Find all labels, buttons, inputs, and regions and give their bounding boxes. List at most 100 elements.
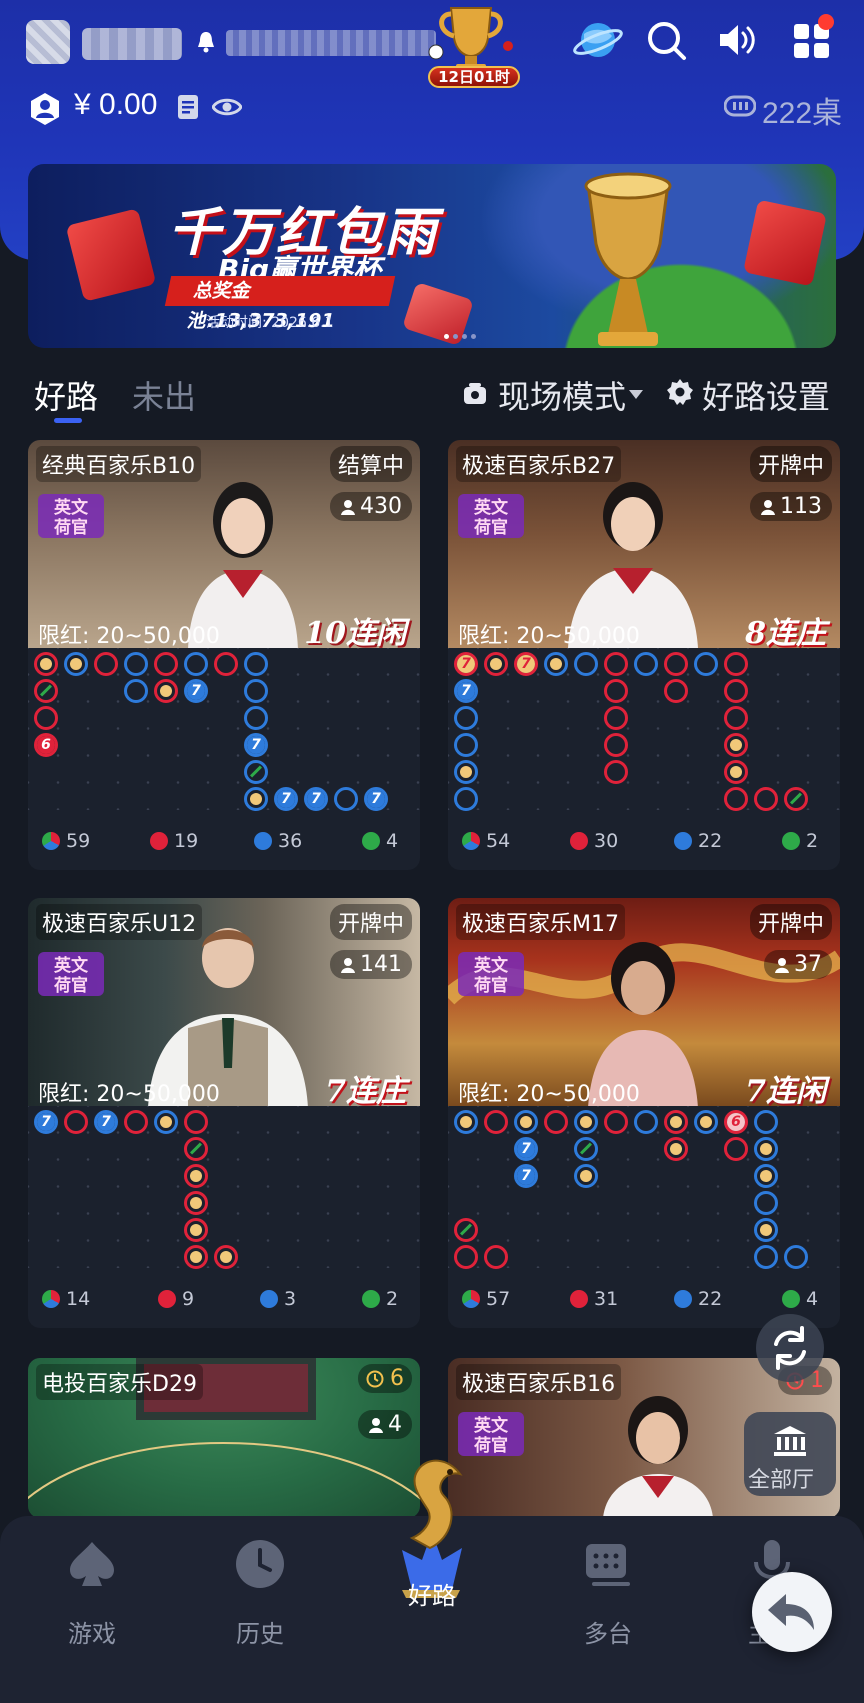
nav-label: 游戏 (68, 1620, 116, 1648)
road-bead-banker (184, 1110, 208, 1134)
road-bead-banker (724, 787, 748, 811)
bet-limit: 限红: 20~50,000 (38, 624, 220, 649)
player-count-value: 4 (388, 1412, 402, 1437)
road-bead-banker (184, 1137, 208, 1161)
road-bead-banker (124, 1110, 148, 1134)
svg-text:英文: 英文 (474, 497, 509, 518)
nav-history[interactable]: 历史 (200, 1536, 320, 1649)
stat-banker: 19 (150, 830, 198, 852)
tab-unopened[interactable]: 未出 (132, 372, 196, 418)
planet-icon[interactable] (572, 14, 624, 66)
search-icon[interactable] (644, 18, 688, 62)
road-bead-player (244, 679, 268, 703)
eye-icon[interactable] (212, 96, 242, 118)
road-bead-banker (184, 1245, 208, 1269)
table-card-d29[interactable]: 电投百家乐D29 6 4 (28, 1358, 420, 1518)
road-bead-player (754, 1137, 778, 1161)
person-icon (341, 957, 355, 973)
stat-player: 22 (674, 830, 722, 852)
clock-icon (366, 1370, 384, 1387)
table-name: 极速百家乐U12 (36, 904, 203, 940)
road-bead-banker (664, 652, 688, 676)
countdown-timer: 6 (358, 1364, 412, 1393)
road-bead-banker (34, 706, 58, 730)
english-dealer-badge: 英文 荷官 (38, 494, 104, 538)
road-bead-banker (724, 733, 748, 757)
road-bead-player (754, 1218, 778, 1242)
bell-icon[interactable] (196, 30, 216, 54)
table-status: 结算中 (329, 446, 412, 482)
road-bead-player (544, 652, 568, 676)
player-count: 37 (764, 950, 832, 979)
speaker-icon[interactable] (714, 18, 758, 62)
video-icon[interactable] (462, 382, 488, 406)
road-bead-player-natural: 7 (514, 1137, 538, 1161)
road-bead-banker (64, 1110, 88, 1134)
trophy-countdown-badge[interactable]: 12日01时 (428, 66, 520, 88)
road-bead-player (244, 760, 268, 784)
active-tab-indicator (54, 418, 82, 423)
road-bead-player (454, 706, 478, 730)
person-icon (761, 499, 775, 515)
live-mode-selector[interactable]: 现场模式 (498, 372, 626, 418)
nav-games[interactable]: 游戏 (32, 1536, 152, 1649)
banner-activity-time: 活动时间: 2026.6.1 (206, 315, 334, 331)
table-card-b27[interactable]: 极速百家乐B27 开牌中 113 英文 荷官 限红: 20~50,000 8连庄… (448, 440, 840, 870)
road-settings-button[interactable]: 好路设置 (702, 372, 830, 418)
stat-banker: 31 (570, 1288, 618, 1310)
document-icon[interactable] (176, 94, 200, 120)
promo-banner[interactable]: 千万红包雨 Big赢世界杯 总奖金池:13,373,191 活动时间: 2026… (28, 164, 836, 348)
notification-dot (818, 14, 834, 30)
svg-text:英文: 英文 (54, 497, 89, 518)
stat-player: 3 (260, 1288, 296, 1310)
table-status: 开牌中 (749, 904, 832, 940)
banner-prize-pool: 总奖金池:13,373,191 (164, 276, 396, 332)
player-count-value: 141 (360, 952, 402, 977)
road-bead-player (244, 652, 268, 676)
bead-road: 7 6 7 7 7 7 (28, 648, 420, 811)
nav-multi-table[interactable]: 多台 (548, 1536, 668, 1649)
stat-player: 22 (674, 1288, 722, 1310)
person-icon (775, 957, 789, 973)
table-name: 极速百家乐M17 (456, 904, 625, 940)
road-bead-player-natural: 7 (184, 679, 208, 703)
back-button[interactable] (752, 1572, 832, 1652)
road-bead-player (454, 733, 478, 757)
gear-icon[interactable] (666, 378, 694, 406)
road-bead-banker (484, 652, 508, 676)
stat-banker: 30 (570, 830, 618, 852)
tab-good-road[interactable]: 好路 (34, 372, 98, 418)
road-stats: 54 30 22 2 (448, 830, 840, 858)
road-bead-player-natural: 7 (454, 679, 478, 703)
stat-tie: 4 (782, 1288, 818, 1310)
road-bead-banker (604, 679, 628, 703)
road-bead-banker (454, 1245, 478, 1269)
road-bead-player (124, 652, 148, 676)
notice-marquee[interactable] (226, 30, 436, 56)
chevron-down-icon[interactable] (628, 388, 644, 400)
road-bead-banker (154, 679, 178, 703)
road-bead-banker (724, 679, 748, 703)
stat-total: 57 (462, 1288, 510, 1310)
table-card-b10[interactable]: 经典百家乐B10 结算中 430 英文 荷官 限红: 20~50,000 10连… (28, 440, 420, 870)
refresh-icon (774, 1326, 806, 1370)
english-dealer-badge: 英文 荷官 (458, 952, 524, 996)
player-count-value: 37 (794, 952, 822, 977)
nav-good-road[interactable]: 好路 (372, 1576, 492, 1611)
table-card-u12[interactable]: 极速百家乐U12 开牌中 141 英文 荷官 限红: 20~50,000 7连庄… (28, 898, 420, 1328)
road-bead-banker (754, 787, 778, 811)
road-bead-player (574, 652, 598, 676)
nav-label: 历史 (236, 1620, 284, 1648)
player-count: 113 (750, 492, 832, 521)
user-icon[interactable] (28, 92, 62, 126)
user-avatar[interactable] (26, 20, 70, 64)
stat-tie: 2 (782, 830, 818, 852)
road-bead-player-natural: 7 (274, 787, 298, 811)
nav-label: 好路 (408, 1582, 456, 1610)
table-card-m17[interactable]: 极速百家乐M17 开牌中 37 英文 荷官 限红: 20~50,000 7连闲 … (448, 898, 840, 1328)
balance-amount: ¥ 0.00 (74, 88, 158, 121)
tables-count: 222桌 (762, 97, 843, 130)
road-bead-player (124, 679, 148, 703)
refresh-button[interactable] (756, 1314, 824, 1382)
road-stats: 14 9 3 2 (28, 1288, 420, 1316)
